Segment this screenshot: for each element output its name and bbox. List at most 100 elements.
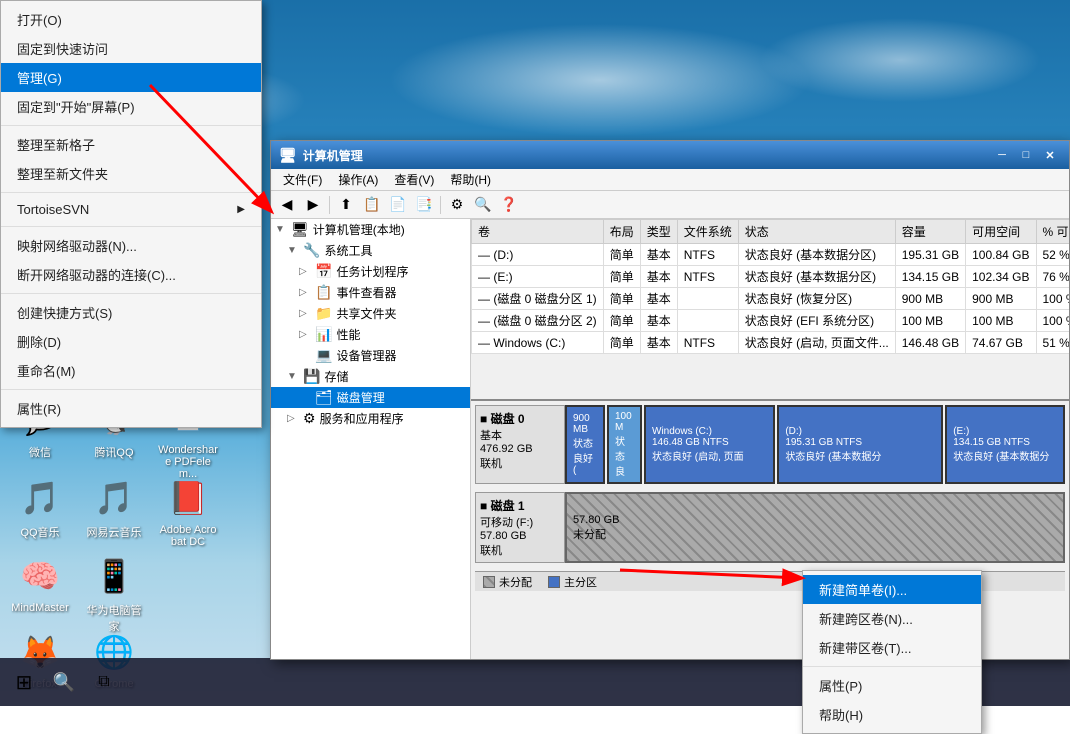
table-row[interactable]: — (磁盘 0 磁盘分区 1) 简单 基本 状态良好 (恢复分区) 900 MB… [472, 288, 1070, 310]
disk-1-row: ■ 磁盘 1 可移动 (F:) 57.80 GB 联机 57.80 GB 未分配 [475, 492, 1065, 563]
up-button[interactable]: ⬆ [334, 194, 358, 216]
tree-item-system-tools[interactable]: ▼ 🔧 系统工具 [271, 240, 470, 261]
tree-label-device: 设备管理器 [336, 347, 396, 364]
disk-context-properties[interactable]: 属性(P) [803, 671, 981, 700]
legend-color-primary [548, 576, 560, 588]
window-menubar: 文件(F) 操作(A) 查看(V) 帮助(H) [271, 169, 1069, 191]
back-button[interactable]: ◀ [275, 194, 299, 216]
tree-item-storage[interactable]: ▼ 💾 存储 [271, 366, 470, 387]
table-row[interactable]: — Windows (C:) 简单 基本 NTFS 状态良好 (启动, 页面文件… [472, 332, 1070, 354]
context-menu-item-sort-grid[interactable]: 整理至新格子 [1, 130, 261, 159]
col-header-fs: 文件系统 [677, 220, 738, 244]
disk-context-help[interactable]: 帮助(H) [803, 700, 981, 729]
separator-2 [1, 192, 261, 193]
desktop: 🖥 XMi... 🌐 NetB... 📁 B... 💾 SQ... 💬 微信 🐧… [0, 0, 1070, 706]
tree-item-device-manager[interactable]: 💻 设备管理器 [271, 345, 470, 366]
taskbar-search[interactable]: 🔍 [46, 664, 82, 700]
expand-icon-ev[interactable]: ▷ [299, 287, 315, 298]
segment-label-e: (E:) [953, 426, 1057, 437]
context-menu-item-sort-folder[interactable]: 整理至新文件夹 [1, 159, 261, 188]
toolbar-btn-5[interactable]: ⚙ [445, 194, 469, 216]
forward-button[interactable]: ▶ [301, 194, 325, 216]
disk-segment-d[interactable]: (D:) 195.31 GB NTFS 状态良好 (基本数据分 [777, 405, 943, 484]
disk-segment-unallocated[interactable]: 57.80 GB 未分配 [565, 492, 1065, 563]
desktop-icon-netease[interactable]: 🎵 网易云音乐 [78, 470, 150, 544]
disk-segment-efi[interactable]: 100 M 状态良 [607, 405, 642, 484]
disk-1-status: 联机 [480, 542, 560, 558]
menu-action[interactable]: 操作(A) [330, 169, 386, 190]
context-menu-item-create-shortcut[interactable]: 创建快捷方式(S) [1, 298, 261, 327]
tree-item-performance[interactable]: ▷ 📊 性能 [271, 324, 470, 345]
computer-icon: 🖥 [291, 221, 309, 238]
window-titlebar: 🖥 计算机管理 ─ □ ✕ [271, 141, 1069, 169]
window-title: 计算机管理 [303, 147, 363, 164]
disk-1-info: ■ 磁盘 1 可移动 (F:) 57.80 GB 联机 [475, 492, 565, 563]
context-menu-item-properties[interactable]: 属性(R) [1, 394, 261, 423]
tree-label-storage: 存储 [324, 368, 348, 385]
disk-context-new-striped[interactable]: 新建带区卷(T)... [803, 633, 981, 662]
tree-item-disk-management[interactable]: 🗂 磁盘管理 [271, 387, 470, 408]
context-menu-item-disconnect-drive[interactable]: 断开网络驱动器的连接(C)... [1, 260, 261, 289]
menu-view[interactable]: 查看(V) [386, 169, 442, 190]
table-row[interactable]: — (磁盘 0 磁盘分区 2) 简单 基本 状态良好 (EFI 系统分区) 10… [472, 310, 1070, 332]
context-menu: 打开(O) 固定到快速访问 管理(G) 固定到"开始"屏幕(P) 整理至新格子 … [0, 0, 262, 428]
context-menu-item-pin-start[interactable]: 固定到"开始"屏幕(P) [1, 92, 261, 121]
window-toolbar: ◀ ▶ ⬆ 📋 📄 📑 ⚙ 🔍 ❓ [271, 191, 1069, 219]
expand-icon-system[interactable]: ▼ [287, 245, 303, 256]
context-menu-item-open[interactable]: 打开(O) [1, 5, 261, 34]
menu-help[interactable]: 帮助(H) [442, 169, 499, 190]
legend-label-unallocated: 未分配 [499, 574, 532, 590]
col-header-status: 状态 [738, 220, 895, 244]
taskbar-taskview[interactable]: ⧉ [86, 664, 122, 700]
desktop-icon-mindmaster[interactable]: 🧠 MindMaster [4, 548, 76, 618]
context-menu-item-pin-quick[interactable]: 固定到快速访问 [1, 34, 261, 63]
search-icon: 🔍 [53, 672, 75, 693]
tree-item-shared-folder[interactable]: ▷ 📁 共享文件夹 [271, 303, 470, 324]
tree-item-scheduler[interactable]: ▷ 📅 任务计划程序 [271, 261, 470, 282]
segment-label-efi: 100 M [615, 411, 634, 433]
taskbar-start-button[interactable]: ⊞ [6, 664, 42, 700]
context-menu-item-map-drive[interactable]: 映射网络驱动器(N)... [1, 231, 261, 260]
table-row[interactable]: — (D:) 简单 基本 NTFS 状态良好 (基本数据分区) 195.31 G… [472, 244, 1070, 266]
desktop-icon-adobe[interactable]: 📕 Adobe Acro bat DC [152, 470, 224, 552]
system-tools-icon: 🔧 [303, 242, 320, 259]
expand-icon-stor[interactable]: ▼ [287, 371, 303, 382]
desktop-icon-qqmusic[interactable]: 🎵 QQ音乐 [4, 470, 76, 544]
disk-segment-recovery[interactable]: 900 MB 状态良好 ( [565, 405, 605, 484]
toolbar-btn-4[interactable]: 📑 [412, 194, 436, 216]
toolbar-btn-3[interactable]: 📄 [386, 194, 410, 216]
context-menu-item-tortoisesvn[interactable]: TortoiseSVN ▶ [1, 197, 261, 222]
disk-context-new-simple[interactable]: 新建简单卷(I)... [803, 575, 981, 604]
menu-file[interactable]: 文件(F) [275, 169, 330, 190]
separator-3 [1, 226, 261, 227]
expand-icon[interactable]: ▼ [275, 224, 291, 235]
expand-icon-sf[interactable]: ▷ [299, 308, 315, 319]
minimize-button[interactable]: ─ [991, 146, 1013, 164]
task-view-icon: ⧉ [98, 673, 109, 691]
close-button[interactable]: ✕ [1039, 146, 1061, 164]
col-header-pct: % 可用 [1036, 220, 1069, 244]
toolbar-btn-7[interactable]: ❓ [497, 194, 521, 216]
expand-icon-svc[interactable]: ▷ [287, 413, 303, 424]
maximize-button[interactable]: □ [1015, 146, 1037, 164]
toolbar-btn-2[interactable]: 📋 [360, 194, 384, 216]
context-menu-item-manage[interactable]: 管理(G) [1, 63, 261, 92]
segment-size-e: 134.15 GB NTFS [953, 437, 1057, 448]
expand-icon-sched[interactable]: ▷ [299, 266, 315, 277]
disk-0-segments: 900 MB 状态良好 ( 100 M 状态良 Windows (C:) 146… [565, 405, 1065, 484]
legend-label-primary: 主分区 [564, 574, 597, 590]
table-row[interactable]: — (E:) 简单 基本 NTFS 状态良好 (基本数据分区) 134.15 G… [472, 266, 1070, 288]
expand-icon-perf[interactable]: ▷ [299, 329, 315, 340]
context-menu-item-rename[interactable]: 重命名(M) [1, 356, 261, 385]
disk-management-icon: 🗂 [315, 389, 333, 406]
context-menu-item-delete[interactable]: 删除(D) [1, 327, 261, 356]
disk-segment-c[interactable]: Windows (C:) 146.48 GB NTFS 状态良好 (启动, 页面 [644, 405, 775, 484]
toolbar-btn-6[interactable]: 🔍 [471, 194, 495, 216]
tree-item-services[interactable]: ▷ ⚙ 服务和应用程序 [271, 408, 470, 429]
disk-segment-e[interactable]: (E:) 134.15 GB NTFS 状态良好 (基本数据分 [945, 405, 1065, 484]
tree-item-computer[interactable]: ▼ 🖥 计算机管理(本地) [271, 219, 470, 240]
tree-item-eventviewer[interactable]: ▷ 📋 事件查看器 [271, 282, 470, 303]
segment-status-efi: 状态良 [615, 433, 634, 478]
disk-context-new-spanned[interactable]: 新建跨区卷(N)... [803, 604, 981, 633]
segment-size-c: 146.48 GB NTFS [652, 437, 767, 448]
